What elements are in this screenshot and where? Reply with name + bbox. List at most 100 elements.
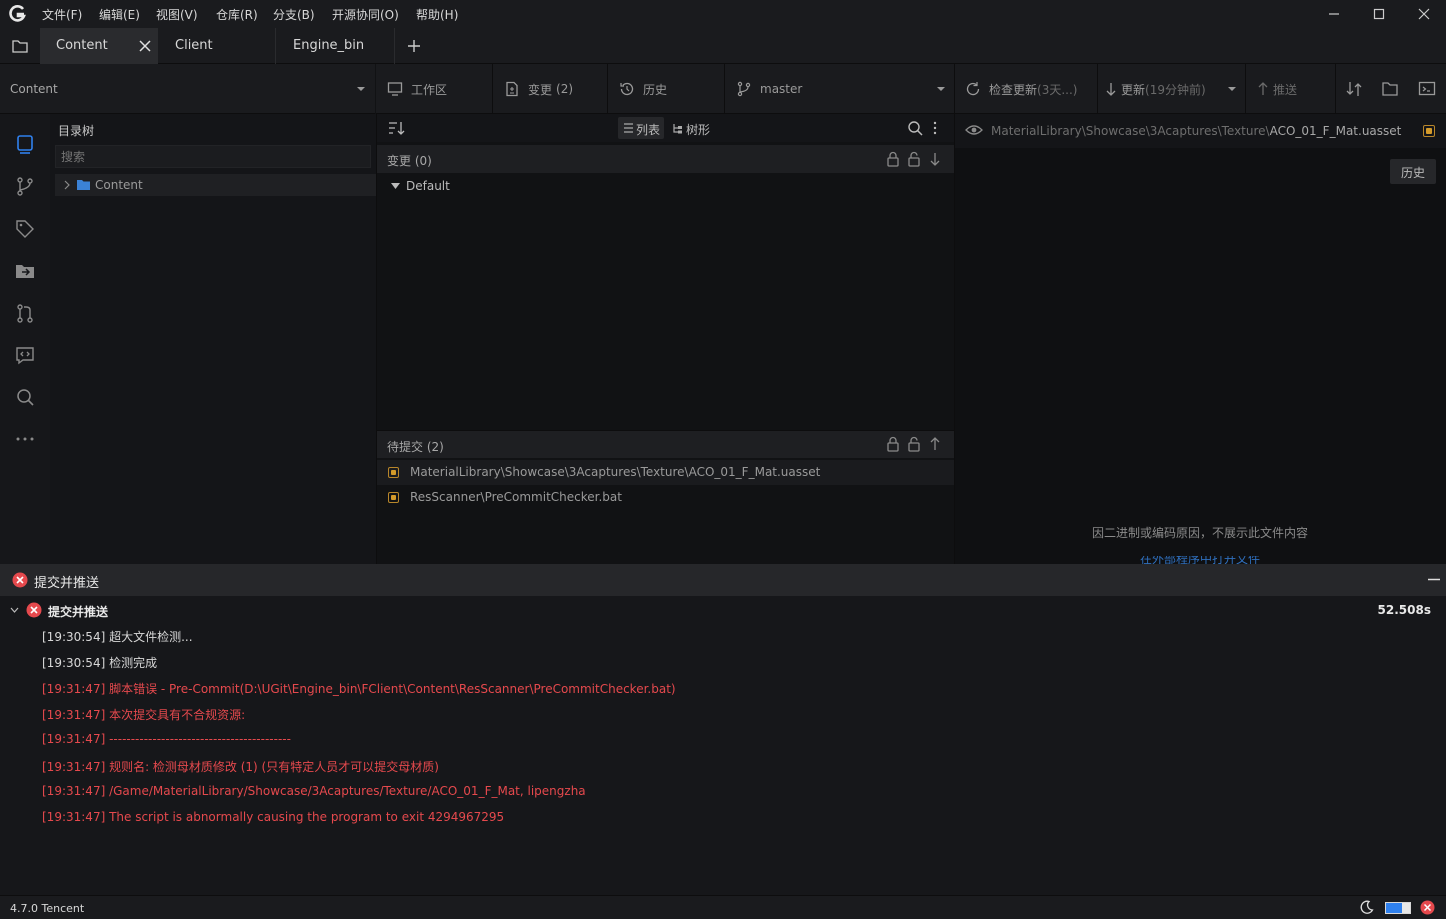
tree-icon (673, 124, 682, 134)
sort-icon[interactable] (388, 120, 406, 136)
add-tab-icon[interactable] (406, 38, 422, 54)
lock-icon[interactable] (886, 151, 900, 167)
chevron-down-icon[interactable] (1227, 86, 1237, 92)
changelist-group-label: Default (406, 179, 450, 193)
minimize-panel-icon[interactable] (1428, 578, 1440, 581)
toolbar-divider (954, 64, 955, 114)
folder-move-nav-icon[interactable] (14, 260, 36, 282)
chevron-right-icon[interactable] (63, 180, 71, 190)
search-nav-icon[interactable] (14, 386, 36, 408)
more-icon[interactable] (14, 428, 36, 450)
tab-content[interactable]: Content (40, 28, 158, 64)
more-vertical-icon[interactable] (932, 121, 938, 135)
log-line: [19:30:54] 检测完成 (42, 656, 158, 670)
activity-bar (0, 114, 50, 564)
unlock-icon[interactable] (907, 436, 921, 452)
file-preview-panel: MaterialLibrary\Showcase\3Acaptures\Text… (954, 114, 1446, 564)
arrow-down-icon (1105, 81, 1117, 97)
branch-selector[interactable]: master (736, 64, 946, 114)
check-update-button[interactable]: 检查更新 (3天...) (965, 64, 1077, 114)
history-icon (619, 81, 635, 97)
menu-edit[interactable]: 编辑(E) (99, 6, 140, 23)
menu-repo[interactable]: 仓库(R) (216, 6, 258, 23)
list-view-toggle[interactable]: 列表 (618, 117, 664, 139)
menu-view[interactable]: 视图(V) (156, 6, 198, 23)
toolbar-divider (492, 64, 493, 114)
tab-label: Content (56, 38, 108, 53)
stage-down-arrow-icon[interactable] (929, 152, 941, 166)
changelist-group-default[interactable]: Default (377, 176, 954, 198)
repo-selector[interactable]: Content (0, 64, 375, 114)
tag-nav-icon[interactable] (14, 218, 36, 240)
modified-status-icon (1423, 125, 1435, 137)
folder-icon (76, 178, 91, 191)
refresh-icon (965, 81, 981, 97)
toolbar-divider (1245, 64, 1246, 114)
preview-file-path: MaterialLibrary\Showcase\3Acaptures\Text… (991, 124, 1401, 138)
menu-collab[interactable]: 开源协同(O) (332, 6, 399, 23)
task-row[interactable]: 提交并推送 52.508s (0, 599, 1446, 621)
menu-branch[interactable]: 分支(B) (273, 6, 315, 23)
output-panel-title: 提交并推送 (34, 576, 100, 591)
log-line: [19:31:47] 规则名: 检测母材质修改 (1) (只有特定人员才可以提交… (42, 760, 439, 774)
workspace-nav-icon[interactable] (14, 133, 36, 155)
app-logo-icon (8, 5, 26, 23)
open-external-link[interactable]: 在外部程序中打开文件 (1140, 556, 1260, 564)
layout-toggle-icon[interactable] (1385, 902, 1411, 914)
unlock-icon[interactable] (907, 151, 921, 167)
tree-view-toggle[interactable]: 树形 (669, 117, 715, 139)
dirtree-search-input[interactable] (55, 145, 371, 168)
tree-node-content[interactable]: Content (55, 174, 376, 196)
staged-file-row[interactable]: MaterialLibrary\Showcase\3Acaptures\Text… (377, 460, 954, 485)
staged-file-path: MaterialLibrary\Showcase\3Acaptures\Text… (410, 465, 821, 479)
tree-view-label: 树形 (686, 123, 711, 137)
preview-file-name: ACO_01_F_Mat.uasset (1269, 124, 1402, 138)
maximize-icon[interactable] (1369, 4, 1389, 24)
check-update-label: 检查更新 (989, 82, 1038, 97)
changes-button[interactable]: 变更 (2) (504, 64, 573, 114)
history-button[interactable]: 历史 (619, 64, 667, 114)
modified-status-icon (388, 492, 399, 503)
triangle-down-icon (391, 183, 400, 189)
preview-path-prefix: MaterialLibrary\Showcase\3Acaptures\Text… (991, 124, 1270, 138)
log-line: [19:31:47] /Game/MaterialLibrary/Showcas… (42, 784, 586, 798)
tab-engine-bin[interactable]: Engine_bin (277, 28, 395, 64)
toolbar-divider (1097, 64, 1098, 114)
lock-icon[interactable] (886, 436, 900, 452)
task-title: 提交并推送 (48, 605, 109, 619)
unstaged-section-title: 变更 (0) (387, 154, 432, 168)
chevron-down-icon (936, 86, 946, 92)
compare-icon[interactable] (1345, 80, 1363, 98)
repo-selector-label: Content (10, 82, 58, 96)
monitor-icon (387, 81, 403, 97)
branch-name: master (760, 82, 803, 96)
open-folder-icon[interactable] (1381, 80, 1399, 98)
terminal-icon[interactable] (1418, 80, 1436, 98)
menu-help[interactable]: 帮助(H) (416, 6, 458, 23)
push-button[interactable]: 推送 (1257, 64, 1297, 114)
tab-label: Engine_bin (293, 38, 365, 53)
check-update-meta: (3天...) (1037, 82, 1078, 97)
close-window-icon[interactable] (1414, 4, 1434, 24)
pull-button[interactable]: 更新 (19分钟前) (1105, 64, 1237, 114)
file-history-button[interactable]: 历史 (1390, 159, 1436, 184)
search-icon[interactable] (907, 120, 923, 136)
error-icon (12, 572, 28, 588)
tab-client[interactable]: Client (158, 28, 276, 64)
menu-file[interactable]: 文件(F) (42, 6, 82, 23)
eye-icon[interactable] (965, 123, 983, 137)
workspace-button[interactable]: 工作区 (387, 64, 447, 114)
unstage-up-arrow-icon[interactable] (929, 437, 941, 451)
branch-nav-icon[interactable] (14, 175, 36, 197)
moon-icon[interactable] (1359, 900, 1374, 915)
staged-file-row[interactable]: ResScanner\PreCommitChecker.bat (377, 485, 954, 510)
code-review-nav-icon[interactable] (14, 344, 36, 366)
error-status-icon[interactable] (1420, 900, 1435, 915)
chevron-down-icon[interactable] (10, 607, 19, 613)
pull-request-nav-icon[interactable] (14, 302, 36, 324)
close-tab-icon[interactable] (138, 39, 152, 53)
folder-icon[interactable] (11, 38, 29, 54)
minimize-icon[interactable] (1324, 4, 1344, 24)
staged-file-path: ResScanner\PreCommitChecker.bat (410, 490, 622, 504)
output-panel-header: 提交并推送 (0, 564, 1446, 596)
